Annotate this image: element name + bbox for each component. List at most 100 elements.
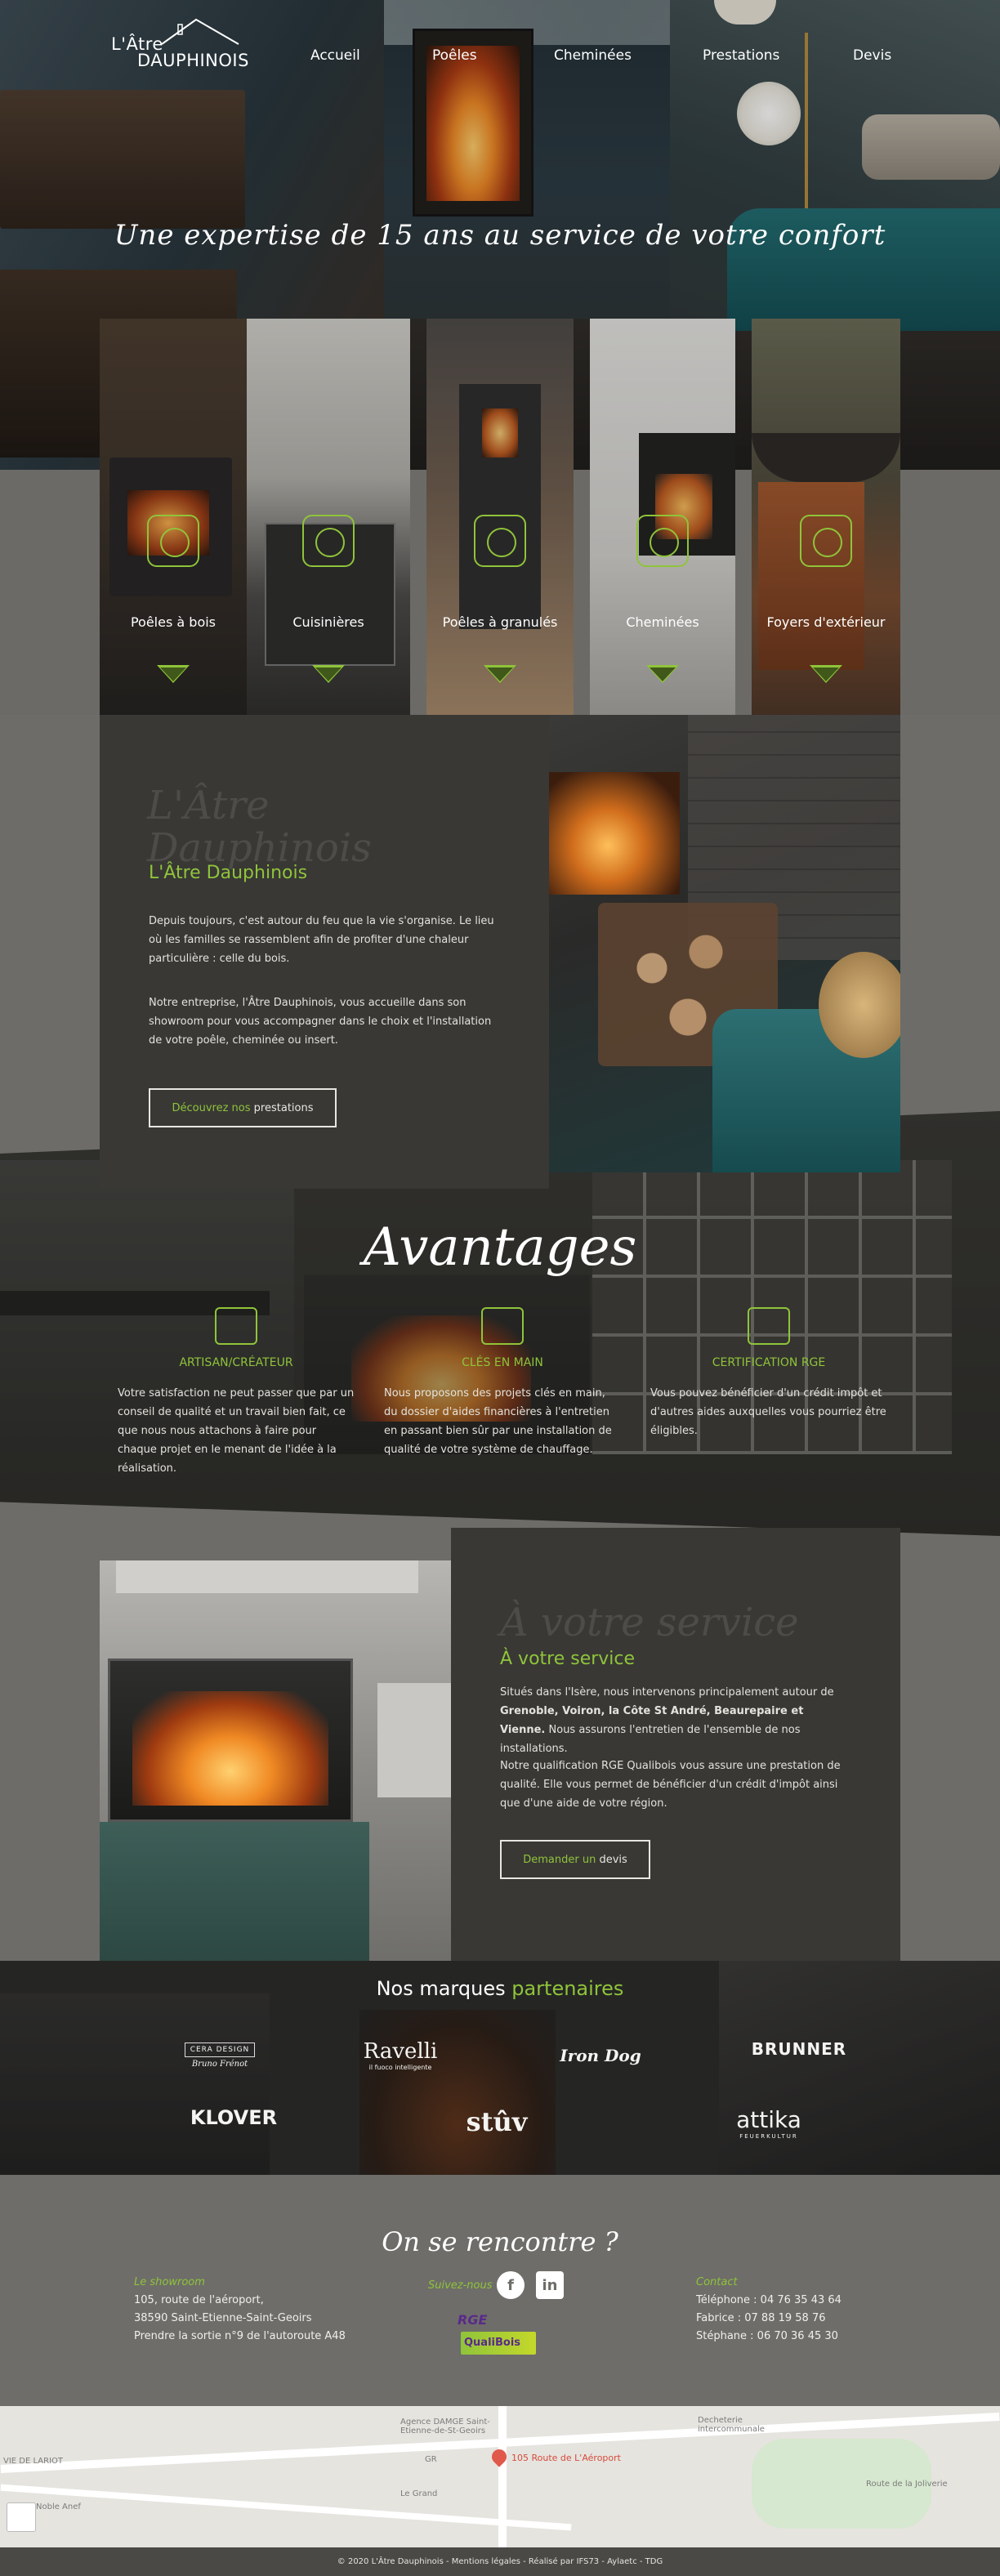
chevron-inner	[650, 667, 676, 681]
map-zoom-control[interactable]	[7, 2502, 36, 2532]
nav-cheminees[interactable]: Cheminées	[554, 47, 632, 64]
follow-label: Suivez-nous	[428, 2279, 493, 2292]
brand-klover[interactable]: KLOVER	[185, 2106, 283, 2129]
phone-main[interactable]: Téléphone : 04 76 35 43 64	[696, 2292, 908, 2310]
category-poeles-a-bois[interactable]: Poêles à bois	[100, 319, 247, 715]
advantages-title: Avantages	[363, 1217, 637, 1278]
site-logo[interactable]: L'Âtre DAUPHINOIS	[108, 16, 255, 70]
site-footer: © 2020 L'Âtre Dauphinois - Mentions léga…	[0, 2547, 1000, 2576]
service-paragraph-2: Notre qualification RGE Qualibois vous a…	[500, 1760, 841, 1810]
brand-name: CERA DESIGN	[184, 2042, 256, 2057]
brand-cera-design[interactable]: CERA DESIGN Bruno Frénot	[175, 2039, 265, 2069]
request-quote-button[interactable]: Demander un devis	[500, 1840, 650, 1879]
ceiling-hood	[116, 1560, 418, 1593]
qualibois-text: QualiBois	[464, 2337, 521, 2349]
category-label: Foyers d'extérieur	[766, 614, 886, 630]
fireplace-base	[100, 1822, 369, 1961]
phone-fabrice[interactable]: Fabrice : 07 88 19 58 76	[696, 2310, 908, 2328]
fur-throw	[819, 952, 900, 1058]
wall-shelf	[377, 1683, 451, 1797]
linkedin-icon[interactable]: in	[536, 2271, 564, 2299]
about-paragraph-1: Depuis toujours, c'est autour du feu que…	[149, 915, 494, 965]
advantage-text: Vous pouvez bénéficier d'un crédit impôt…	[650, 1387, 886, 1437]
category-foyers-exterieur[interactable]: Foyers d'extérieur	[752, 319, 900, 715]
brand-stuv[interactable]: stûv	[448, 2106, 546, 2137]
service-text-c: Nous assurons l'entretien de l'ensemble …	[500, 1724, 801, 1755]
service-ghost-title: À votre service	[500, 1600, 799, 1645]
location-map[interactable]: VIE DE LARIOT Agence DAMGE Saint-Etienne…	[0, 2406, 1000, 2547]
logo-roof-icon	[161, 18, 239, 45]
button-prefix: Demander un	[523, 1853, 596, 1866]
logo-line-2: DAUPHINOIS	[137, 51, 249, 70]
partners-title-b: partenaires	[511, 1977, 624, 2000]
showroom-directions: Prendre la sortie n°9 de l'autoroute A48	[134, 2330, 346, 2342]
partners-title: Nos marques partenaires	[0, 1977, 1000, 2000]
brand-attika[interactable]: attika FEUERKULTUR	[716, 2106, 822, 2140]
brand-name: attika	[736, 2106, 801, 2133]
category-label: Poêles à granulés	[442, 614, 558, 630]
chevron-inner	[487, 667, 513, 681]
contact-label: Contact	[696, 2276, 738, 2288]
about-fire	[549, 772, 680, 895]
hero-tagline: Une expertise de 15 ans au service de vo…	[114, 219, 886, 252]
fireplace-icon	[636, 515, 689, 567]
category-label: Cheminées	[626, 614, 699, 630]
pellet-stove-icon	[474, 515, 526, 567]
wood-stove-icon	[147, 515, 199, 567]
nav-poeles[interactable]: Poêles	[432, 47, 477, 64]
nav-accueil[interactable]: Accueil	[310, 47, 360, 64]
brand-iron-dog[interactable]: Iron Dog	[547, 2046, 654, 2065]
brand-subtitle: FEUERKULTUR	[739, 2133, 798, 2140]
advantage-text: Nous proposons des projets clés en main,…	[384, 1387, 612, 1456]
map-road	[498, 2406, 507, 2547]
button-main: prestations	[253, 1101, 314, 1114]
map-pin-label: 105 Route de L'Aéroport	[511, 2453, 621, 2463]
contact-block: Contact Téléphone : 04 76 35 43 64 Fabri…	[696, 2276, 908, 2346]
brand-ravelli[interactable]: Ravelli il fuoco intelligente	[351, 2039, 449, 2071]
discover-services-button[interactable]: Découvrez nos prestations	[149, 1088, 337, 1127]
about-ghost-line-1: L'Âtre	[147, 783, 270, 828]
service-paragraph-1: Situés dans l'Isère, nous intervenons pr…	[500, 1683, 851, 1758]
outdoor-fire-icon	[800, 515, 852, 567]
brand-subtitle: il fuoco intelligente	[368, 2064, 432, 2071]
map-label: Agence DAMGE Saint-Etienne-de-St-Geoirs	[400, 2418, 490, 2435]
map-label: GR	[425, 2455, 437, 2464]
phone-stephane[interactable]: Stéphane : 06 70 36 45 30	[696, 2328, 908, 2346]
advantage-rge: CERTIFICATION RGE Vous pouvez bénéficier…	[650, 1307, 887, 1440]
advantage-artisan: ARTISAN/CRÉATEUR Votre satisfaction ne p…	[118, 1307, 355, 1478]
advantage-title: ARTISAN/CRÉATEUR	[179, 1356, 293, 1369]
chevron-inner	[315, 667, 342, 681]
rge-badge-icon	[748, 1307, 790, 1345]
advantage-title: CERTIFICATION RGE	[712, 1356, 826, 1369]
nav-devis[interactable]: Devis	[853, 47, 891, 64]
category-cheminees[interactable]: Cheminées	[590, 319, 735, 715]
advantage-text: Votre satisfaction ne peut passer que pa…	[118, 1387, 355, 1475]
cooker-icon	[302, 515, 355, 567]
service-image	[100, 1560, 451, 1961]
button-prefix: Découvrez nos	[172, 1101, 251, 1114]
map-label: VIE DE LARIOT	[3, 2457, 64, 2466]
about-image	[549, 715, 900, 1172]
qualibois-rge-logo: RGE QualiBois	[458, 2312, 539, 2359]
category-label: Poêles à bois	[130, 614, 217, 630]
showroom-block: Le showroom 105, route de l'aéroport, 38…	[134, 2276, 379, 2346]
chevron-inner	[813, 667, 839, 681]
about-title: L'Âtre Dauphinois	[149, 863, 308, 883]
map-label: Noble Anef	[36, 2502, 81, 2511]
key-icon	[481, 1307, 524, 1345]
facebook-icon[interactable]: f	[497, 2271, 525, 2299]
brand-subtitle: Bruno Frénot	[191, 2060, 248, 2069]
showroom-address-2: 38590 Saint-Etienne-Saint-Geoirs	[134, 2312, 312, 2324]
map-label: Le Grand	[400, 2489, 438, 2498]
map-label: Route de la Joliverie	[866, 2480, 948, 2489]
showroom-label: Le showroom	[134, 2276, 205, 2288]
brand-name: Ravelli	[363, 2039, 438, 2064]
service-fire	[132, 1691, 328, 1806]
advantage-turnkey: CLÉS EN MAIN Nous proposons des projets …	[384, 1307, 621, 1459]
category-poeles-a-granules[interactable]: Poêles à granulés	[426, 319, 574, 715]
nav-prestations[interactable]: Prestations	[703, 47, 779, 64]
map-road	[0, 2484, 572, 2531]
map-label: Decheterie intercommunale	[698, 2416, 765, 2434]
category-cuisinieres[interactable]: Cuisinières	[247, 319, 410, 715]
brand-brunner[interactable]: BRUNNER	[750, 2039, 848, 2059]
